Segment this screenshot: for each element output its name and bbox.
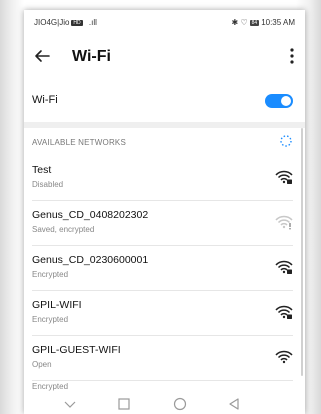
back-arrow-icon[interactable] [32, 46, 52, 66]
wifi-locked-icon [275, 170, 293, 184]
signal-icon: .ıll [88, 18, 97, 27]
wifi-open-icon [275, 350, 293, 364]
network-name: Genus_CD_0230600001 [32, 254, 149, 266]
network-name: Test [32, 164, 52, 176]
available-networks-header: AVAILABLE NETWORKS [24, 128, 305, 156]
network-status: Open [32, 360, 52, 369]
network-list: Test Disabled Genus_CD_0408202302 Saved,… [24, 156, 305, 381]
square-icon[interactable] [116, 396, 132, 412]
status-icons: ✱ ♡ [231, 18, 248, 27]
clock: 10:35 AM [261, 18, 295, 27]
navigation-bar [24, 394, 305, 414]
carrier-badge: HD [71, 19, 83, 26]
network-status: Encrypted [32, 382, 69, 391]
chevron-down-icon[interactable] [62, 396, 78, 412]
network-name: GPIL-WIFI [32, 299, 82, 311]
network-item[interactable]: Genus_CD_0408202302 Saved, encrypted [24, 201, 305, 246]
app-header: Wi-Fi [24, 40, 305, 74]
carrier-text: JIO4G|Jio [34, 18, 70, 27]
wifi-switch[interactable] [265, 94, 293, 108]
status-bar: JIO4G|Jio HD .ıll ✱ ♡ 84 10:35 AM [24, 10, 305, 32]
wifi-weak-icon [275, 215, 293, 230]
network-status: Encrypted [32, 315, 69, 324]
network-item[interactable]: Test Disabled [24, 156, 305, 201]
wifi-toggle-label: Wi-Fi [32, 94, 58, 106]
network-item[interactable]: GPIL-GUEST-WIFI Open [24, 336, 305, 381]
scrollbar[interactable] [301, 128, 303, 376]
section-title: AVAILABLE NETWORKS [32, 138, 126, 147]
network-status: Saved, encrypted [32, 225, 95, 234]
status-left: JIO4G|Jio HD .ıll [34, 18, 97, 27]
screenshot-frame: JIO4G|Jio HD .ıll ✱ ♡ 84 10:35 AM Wi-Fi Wi-… [0, 0, 321, 414]
phone-screen: JIO4G|Jio HD .ıll ✱ ♡ 84 10:35 AM Wi-Fi Wi-… [24, 10, 305, 414]
page-title: Wi-Fi [72, 48, 111, 65]
wifi-toggle-row[interactable]: Wi-Fi [24, 82, 305, 120]
triangle-back-icon[interactable] [226, 396, 242, 412]
network-item[interactable]: GPIL-WIFI Encrypted [24, 291, 305, 336]
circle-icon[interactable] [172, 396, 188, 412]
network-status: Disabled [32, 180, 64, 189]
wifi-locked-icon [275, 305, 293, 319]
battery-icon: 84 [249, 19, 260, 26]
wifi-locked-icon [275, 260, 293, 274]
switch-knob [281, 96, 291, 106]
network-name: Genus_CD_0408202302 [32, 209, 149, 221]
more-options-icon[interactable] [289, 45, 295, 67]
network-status: Encrypted [32, 270, 69, 279]
status-right: ✱ ♡ 84 10:35 AM [232, 18, 295, 27]
row-separator [32, 380, 293, 381]
network-item[interactable]: Genus_CD_0230600001 Encrypted [24, 246, 305, 291]
scanning-spinner-icon [280, 135, 292, 147]
network-name: GPIL-GUEST-WIFI [32, 344, 121, 356]
